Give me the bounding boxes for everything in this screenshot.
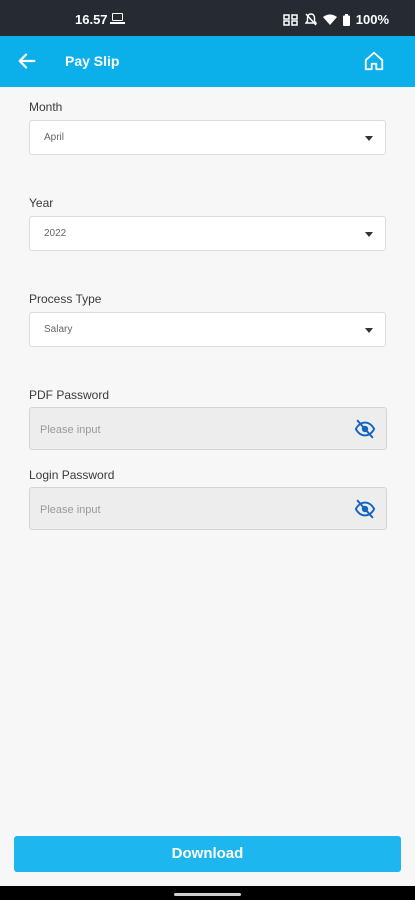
wifi-icon — [322, 14, 337, 25]
status-time: 16.57 — [75, 12, 108, 27]
home-icon[interactable] — [363, 50, 385, 72]
battery-icon — [342, 13, 350, 26]
eye-off-icon[interactable] — [354, 418, 376, 440]
pdf-password-input[interactable] — [38, 408, 342, 451]
back-arrow-icon[interactable] — [16, 50, 38, 72]
page-title: Pay Slip — [65, 53, 120, 69]
chevron-down-icon — [365, 328, 373, 333]
month-select[interactable]: April — [29, 120, 386, 155]
year-value: 2022 — [44, 228, 67, 239]
battery-level: 100% — [355, 12, 389, 27]
chevron-down-icon — [365, 232, 373, 237]
login-password-input[interactable] — [38, 488, 342, 531]
month-label: Month — [29, 100, 63, 114]
gesture-handle[interactable] — [174, 893, 241, 896]
process-type-value: Salary — [44, 324, 73, 335]
status-icons: 100% — [283, 12, 389, 27]
process-type-label: Process Type — [29, 292, 102, 306]
year-select[interactable]: 2022 — [29, 216, 386, 251]
mute-icon — [304, 13, 317, 26]
process-type-select[interactable]: Salary — [29, 312, 386, 347]
system-navigation-bar — [0, 886, 415, 900]
pdf-password-label: PDF Password — [29, 388, 110, 402]
login-password-label: Login Password — [29, 468, 115, 482]
month-value: April — [44, 132, 65, 143]
chevron-down-icon — [365, 136, 373, 141]
pdf-password-field — [29, 407, 387, 451]
eye-off-icon[interactable] — [354, 498, 376, 520]
nfc-icon — [283, 13, 298, 26]
laptop-icon — [110, 13, 125, 24]
download-button[interactable]: Download — [14, 836, 401, 872]
login-password-field — [29, 487, 387, 531]
app-bar: Pay Slip — [0, 36, 415, 87]
status-bar: 16.57 100% — [0, 0, 415, 36]
year-label: Year — [29, 196, 54, 210]
